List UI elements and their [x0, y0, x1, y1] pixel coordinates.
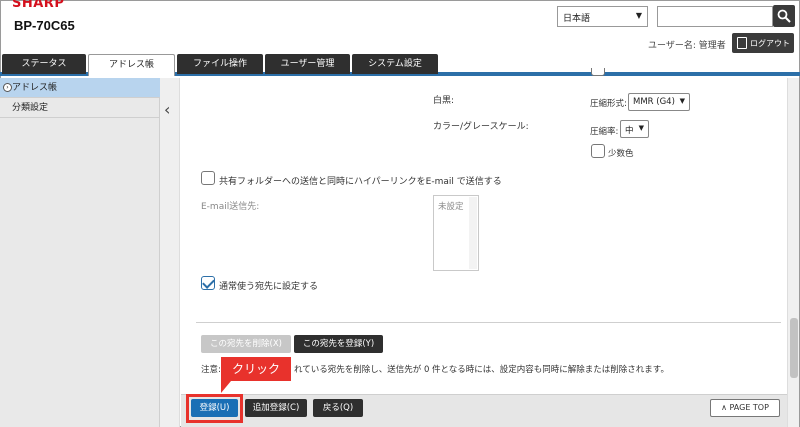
sidebar: › アドレス帳 分類設定	[0, 78, 160, 427]
partial-checkbox[interactable]	[591, 68, 605, 76]
sidebar-collapse-toggle[interactable]: ‹	[160, 78, 180, 427]
sidebar-item-label: アドレス帳	[12, 83, 58, 93]
email-dest-value: 未設定	[438, 202, 464, 212]
notice-prefix: 注意:	[201, 365, 221, 375]
register-destination-button[interactable]: この宛先を登録(Y)	[294, 335, 383, 353]
language-select[interactable]: 日本語 ▼	[557, 6, 648, 27]
scrollbar[interactable]	[787, 78, 799, 427]
tab-address-book[interactable]: アドレス帳	[88, 54, 175, 76]
sidebar-item-category-settings[interactable]: 分類設定	[0, 98, 160, 118]
email-dest-label: E-mail送信先:	[201, 202, 260, 212]
model-name: BP-70C65	[14, 18, 75, 33]
compress-format-select[interactable]: MMR (G4) ▼	[628, 93, 690, 111]
callout-tail	[221, 381, 231, 393]
compress-rate-value: 中	[625, 126, 634, 136]
frequent-dest-label: 通常使う宛先に設定する	[219, 282, 319, 292]
tab-user-management[interactable]: ユーザー管理	[265, 54, 350, 74]
color-label: カラー/グレースケール:	[433, 122, 529, 132]
chevron-left-icon: ‹	[164, 100, 171, 119]
highlight-box	[186, 394, 243, 423]
brand-logo: SHARP	[12, 0, 65, 11]
compress-rate-label: 圧縮率:	[590, 127, 619, 137]
page-top-button[interactable]: ∧ PAGE TOP	[710, 399, 780, 417]
delete-destination-button[interactable]: この宛先を削除(X)	[201, 335, 291, 353]
few-colors-label: 少数色	[608, 149, 634, 159]
logout-button[interactable]: ログアウト	[732, 33, 794, 53]
logout-label: ログアウト	[750, 39, 790, 48]
compress-format-label: 圧縮形式:	[590, 99, 627, 109]
sidebar-item-address-book[interactable]: › アドレス帳	[0, 78, 160, 98]
page-top-label: PAGE TOP	[729, 403, 769, 412]
chevron-right-icon: ›	[3, 83, 12, 92]
sidebar-item-label: 分類設定	[12, 103, 49, 113]
tab-file-operations[interactable]: ファイル操作	[177, 54, 263, 74]
search-button[interactable]	[773, 5, 795, 27]
search-input[interactable]	[657, 6, 773, 27]
hyperlink-email-checkbox[interactable]	[201, 171, 215, 185]
logout-icon	[737, 37, 747, 49]
textarea-scrollbar[interactable]	[469, 197, 477, 269]
notice-text: れている宛先を削除し、送信先が 0 件となる時には、設定内容も同時に解除または削…	[294, 365, 669, 375]
email-dest-textarea[interactable]: 未設定	[433, 195, 479, 271]
chevron-down-icon: ▼	[679, 97, 685, 105]
mono-label: 白黒:	[433, 96, 455, 106]
language-value: 日本語	[563, 14, 591, 24]
tab-status[interactable]: ステータス	[2, 54, 86, 74]
click-callout: クリック	[221, 357, 291, 381]
frequent-dest-checkbox[interactable]	[201, 276, 215, 290]
user-name-label: ユーザー名: 管理者	[648, 41, 726, 51]
compress-format-value: MMR (G4)	[633, 97, 675, 107]
add-register-button[interactable]: 追加登録(C)	[245, 399, 307, 417]
compress-rate-select[interactable]: 中 ▼	[620, 120, 649, 138]
search-icon	[777, 9, 791, 23]
divider	[196, 322, 781, 323]
scrollbar-thumb[interactable]	[790, 318, 798, 378]
hyperlink-email-label: 共有フォルダーへの送信と同時にハイパーリンクをE-mail で送信する	[219, 177, 502, 187]
tab-system-settings[interactable]: システム設定	[352, 54, 438, 74]
chevron-down-icon: ▼	[635, 11, 642, 20]
few-colors-checkbox[interactable]	[591, 144, 605, 158]
back-button[interactable]: 戻る(Q)	[313, 399, 363, 417]
tab-bar: ステータス アドレス帳 ファイル操作 ユーザー管理 システム設定	[0, 54, 800, 76]
chevron-down-icon: ▼	[638, 124, 644, 132]
